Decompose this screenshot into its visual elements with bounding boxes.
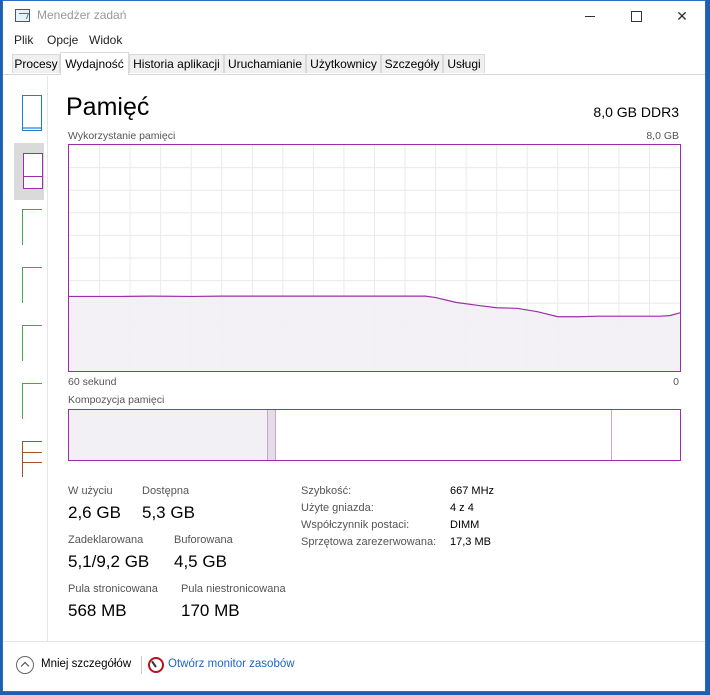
- disk-0-mini-graph: [22, 209, 42, 245]
- composition-modified[interactable]: [267, 410, 277, 460]
- tab-performance[interactable]: Wydajność: [60, 52, 129, 75]
- menu-plik[interactable]: Plik: [14, 33, 33, 47]
- menu-bar: Plik Opcje Widok: [3, 31, 705, 51]
- sidebar-item-disk-0[interactable]: [14, 203, 42, 245]
- usage-chart-time-left: 60 sekund: [68, 376, 117, 388]
- window-title: Menedżer zadań: [37, 8, 127, 22]
- composition-standby[interactable]: [276, 410, 613, 460]
- ethernet-mini-graph-line-1: [23, 452, 42, 453]
- composition-in-use[interactable]: [69, 410, 268, 460]
- tab-app-history[interactable]: Historia aplikacji: [129, 54, 224, 73]
- form-factor-key: Współczynnik postaci:: [301, 519, 410, 531]
- memory-composition-bar: [68, 409, 681, 461]
- page-title: Pamięć: [66, 93, 150, 121]
- sidebar-item-ethernet[interactable]: [14, 435, 42, 477]
- disk-2-mini-graph: [22, 325, 42, 361]
- cpu-mini-graph-line: [23, 127, 41, 129]
- task-manager-icon: [15, 9, 30, 22]
- memory-total: 8,0 GB DDR3: [593, 104, 679, 120]
- tab-strip: Procesy Wydajność Historia aplikacji Uru…: [3, 52, 705, 75]
- hardware-reserved-key: Sprzętowa zarezerwowana:: [301, 536, 437, 548]
- slots-value: 4 z 4: [450, 502, 474, 514]
- disk-1-mini-graph: [22, 267, 42, 303]
- in-use-value: 2,6 GB: [68, 503, 121, 522]
- usage-chart-time-right: 0: [673, 376, 679, 388]
- sidebar-item-disk-1[interactable]: [14, 261, 42, 303]
- nonpaged-pool-value: 170 MB: [181, 601, 240, 620]
- task-manager-window: Menedżer zadań ✕ Plik Opcje Widok Proces…: [2, 0, 706, 692]
- committed-label: Zadeklarowana: [68, 534, 144, 546]
- resource-monitor-link[interactable]: Otwórz monitor zasobów: [168, 658, 295, 670]
- close-button[interactable]: ✕: [659, 1, 705, 31]
- sidebar-item-cpu[interactable]: [14, 90, 42, 131]
- composition-free[interactable]: [612, 410, 680, 460]
- sidebar-item-disk-2[interactable]: [14, 319, 42, 361]
- sidebar-item-memory[interactable]: [14, 143, 44, 200]
- slots-key: Użyte gniazda:: [301, 502, 374, 514]
- in-use-label: W użyciu: [68, 485, 113, 497]
- committed-value: 5,1/9,2 GB: [68, 552, 150, 571]
- ethernet-mini-graph-line-2: [23, 462, 42, 463]
- tab-services[interactable]: Usługi: [443, 54, 485, 73]
- maximize-icon: [630, 10, 642, 22]
- close-icon: ✕: [676, 7, 688, 24]
- sidebar-item-disk-3[interactable]: [14, 377, 42, 419]
- speed-key: Szybkość:: [301, 485, 352, 497]
- cached-value: 4,5 GB: [174, 552, 227, 571]
- resource-monitor-icon[interactable]: [148, 657, 164, 673]
- composition-label: Kompozycja pamięci: [68, 394, 165, 406]
- form-factor-value: DIMM: [450, 519, 480, 531]
- footer-separator: [141, 656, 142, 674]
- cpu-mini-graph: [22, 95, 42, 131]
- cached-label: Buforowana: [174, 534, 233, 546]
- ethernet-mini-graph: [22, 441, 42, 477]
- hardware-reserved-value: 17,3 MB: [450, 536, 491, 548]
- memory-mini-graph-line: [24, 176, 42, 177]
- memory-usage-chart: [68, 144, 681, 372]
- usage-chart-label: Wykorzystanie pamięci: [68, 130, 176, 142]
- speed-value: 667 MHz: [450, 485, 495, 497]
- minimize-button[interactable]: [567, 1, 613, 31]
- available-label: Dostępna: [142, 485, 190, 497]
- paged-pool-label: Pula stronicowana: [68, 583, 158, 595]
- nonpaged-pool-label: Pula niestronicowana: [181, 583, 286, 595]
- tab-startup[interactable]: Uruchamianie: [224, 54, 306, 73]
- usage-chart-max: 8,0 GB: [646, 130, 679, 142]
- chevron-up-circle-icon[interactable]: [16, 656, 34, 674]
- tab-users[interactable]: Użytkownicy: [306, 54, 381, 73]
- tab-processes[interactable]: Procesy: [12, 54, 60, 73]
- tab-details[interactable]: Szczegóły: [381, 54, 443, 73]
- title-bar[interactable]: Menedżer zadań ✕: [3, 1, 705, 31]
- memory-mini-graph: [23, 153, 43, 189]
- fewer-details-link[interactable]: Mniej szczegółów: [41, 658, 131, 670]
- available-value: 5,3 GB: [142, 503, 195, 522]
- maximize-button[interactable]: [613, 1, 659, 31]
- footer: Mniej szczegółów Otwórz monitor zasobów: [3, 641, 705, 692]
- paged-pool-value: 568 MB: [68, 601, 127, 620]
- sidebar-divider: [47, 76, 48, 641]
- menu-widok[interactable]: Widok: [89, 33, 122, 47]
- minimize-icon: [585, 15, 595, 17]
- disk-3-mini-graph: [22, 383, 42, 419]
- menu-opcje[interactable]: Opcje: [47, 33, 78, 47]
